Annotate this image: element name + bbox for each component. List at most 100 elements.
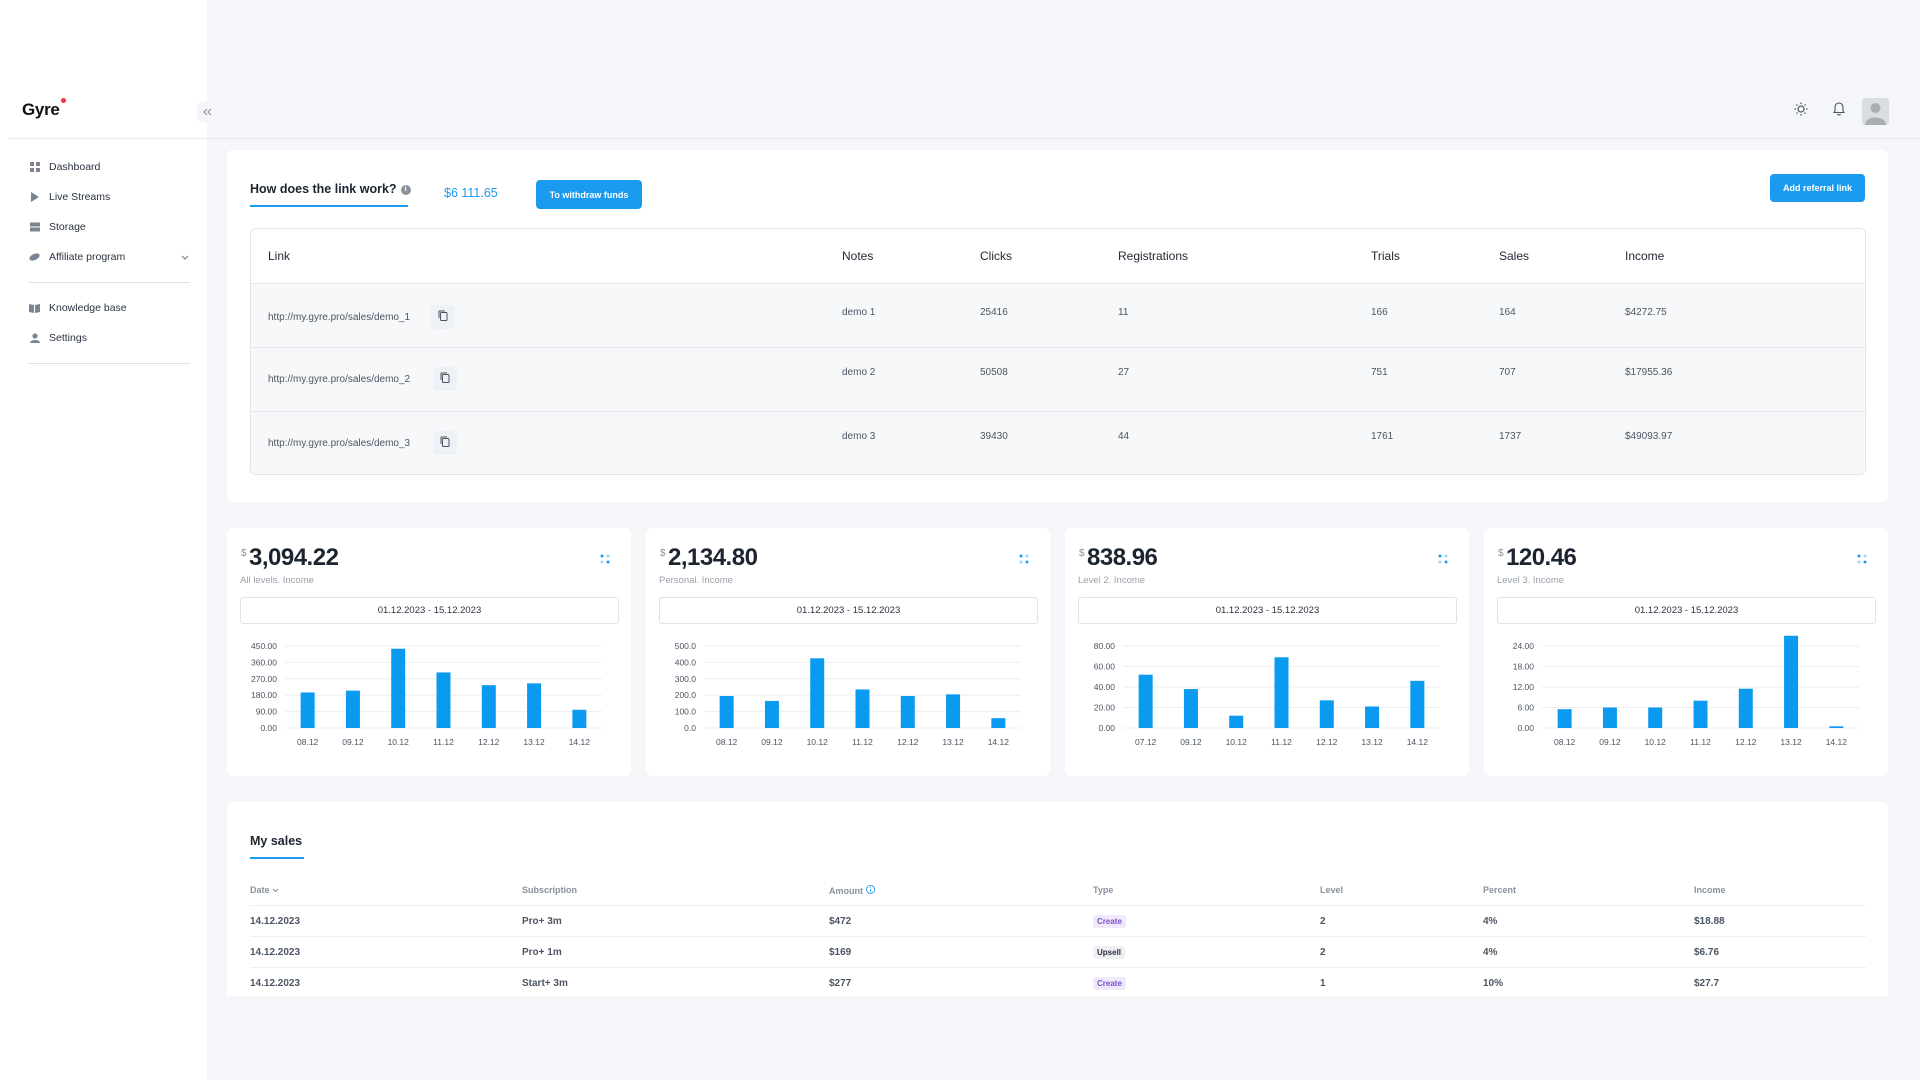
bar[interactable] xyxy=(1183,689,1198,728)
dots-menu-icon[interactable] xyxy=(1856,552,1868,564)
bar[interactable] xyxy=(345,690,360,728)
referral-link-url[interactable]: http://my.gyre.pro/sales/demo_3 xyxy=(268,438,410,449)
income-cell: $17955.36 xyxy=(1625,367,1673,378)
bar[interactable] xyxy=(1229,715,1244,728)
bar[interactable] xyxy=(391,648,406,728)
y-tick-label: 6.00 xyxy=(1517,703,1534,713)
level-cell: 1 xyxy=(1320,978,1326,989)
x-tick-label: 11.12 xyxy=(1690,737,1711,747)
sidebar-item-knowledge-base[interactable]: Knowledge base xyxy=(0,293,207,323)
bar[interactable] xyxy=(991,718,1006,728)
copy-link-button[interactable] xyxy=(433,431,457,455)
y-tick-label: 0.00 xyxy=(1517,723,1534,733)
referral-links-card: How does the link work? i $6 111.65 To wi… xyxy=(227,150,1888,502)
info-icon[interactable] xyxy=(865,885,875,894)
copy-link-button[interactable] xyxy=(433,367,457,391)
sidebar-item-label: Settings xyxy=(49,332,87,344)
x-tick-label: 10.12 xyxy=(1226,737,1248,747)
bar[interactable] xyxy=(527,683,542,728)
column-header-percent: Percent xyxy=(1483,885,1517,895)
date-cell: 14.12.2023 xyxy=(250,916,301,927)
column-header-income: Income xyxy=(1625,249,1665,263)
bar[interactable] xyxy=(1319,700,1334,728)
column-header-date[interactable]: Date xyxy=(250,885,279,895)
dots-menu-icon[interactable] xyxy=(599,552,611,564)
date-range-picker[interactable]: 01.12.2023 - 15.12.2023 xyxy=(1078,597,1457,624)
column-header-sales: Sales xyxy=(1499,249,1530,263)
nav-divider xyxy=(28,363,190,364)
dots-menu-icon[interactable] xyxy=(1018,552,1030,564)
bar[interactable] xyxy=(900,696,915,728)
tab-label: How does the link work? xyxy=(250,182,397,196)
avatar[interactable] xyxy=(1862,98,1889,125)
y-tick-label: 200.0 xyxy=(675,690,697,700)
date-range-picker[interactable]: 01.12.2023 - 15.12.2023 xyxy=(240,597,619,624)
x-tick-label: 14.12 xyxy=(569,737,591,747)
clicks-cell: 50508 xyxy=(980,367,1008,378)
sidebar-item-live-streams[interactable]: Live Streams xyxy=(0,182,207,212)
chevron-down-icon[interactable] xyxy=(181,252,189,264)
nav-divider xyxy=(28,282,190,283)
amount-cell: $169 xyxy=(829,947,852,958)
add-referral-link-button[interactable]: Add referral link xyxy=(1770,174,1865,202)
bar[interactable] xyxy=(1274,657,1289,728)
x-tick-label: 12.12 xyxy=(478,737,500,747)
sidebar-item-storage[interactable]: Storage xyxy=(0,212,207,242)
sidebar-item-affiliate[interactable]: Affiliate program xyxy=(0,242,207,272)
tab-how-link-works[interactable]: How does the link work? i xyxy=(250,182,411,196)
tab-active-indicator xyxy=(250,205,408,207)
bar[interactable] xyxy=(1648,707,1663,729)
bar[interactable] xyxy=(1557,709,1572,728)
stat-value: 838.96 xyxy=(1087,544,1158,571)
bar[interactable] xyxy=(1138,674,1153,728)
bar[interactable] xyxy=(1829,726,1844,728)
bar[interactable] xyxy=(1602,707,1617,729)
currency-symbol: $ xyxy=(241,548,247,559)
bar[interactable] xyxy=(436,672,451,728)
x-tick-label: 08.12 xyxy=(297,737,319,747)
copy-link-button[interactable] xyxy=(431,305,455,329)
type-cell: Create xyxy=(1093,977,1126,990)
date-range-picker[interactable]: 01.12.2023 - 15.12.2023 xyxy=(659,597,1038,624)
referral-link-url[interactable]: http://my.gyre.pro/sales/demo_1 xyxy=(268,312,410,323)
amount-cell: $277 xyxy=(829,978,852,989)
bar[interactable] xyxy=(572,709,587,728)
withdraw-funds-button[interactable]: To withdraw funds xyxy=(536,180,642,209)
sales-cell: 1737 xyxy=(1499,431,1522,442)
bar[interactable] xyxy=(1410,680,1425,728)
referral-link-url[interactable]: http://my.gyre.pro/sales/demo_2 xyxy=(268,374,410,385)
notes-cell: demo 3 xyxy=(842,431,876,442)
notifications-button[interactable] xyxy=(1829,101,1849,121)
bar[interactable] xyxy=(1738,688,1753,728)
sidebar-item-dashboard[interactable]: Dashboard xyxy=(0,152,207,182)
x-tick-label: 08.12 xyxy=(716,737,738,747)
bar[interactable] xyxy=(300,692,315,728)
date-range-picker[interactable]: 01.12.2023 - 15.12.2023 xyxy=(1497,597,1876,624)
book-icon xyxy=(29,303,40,314)
dots-menu-icon[interactable] xyxy=(1437,552,1449,564)
registrations-cell: 27 xyxy=(1118,367,1130,378)
tab-my-sales[interactable]: My sales xyxy=(250,834,302,848)
app-logo[interactable]: Gyre xyxy=(22,98,66,120)
bar[interactable] xyxy=(1784,635,1799,728)
bar[interactable] xyxy=(946,694,961,728)
theme-toggle-button[interactable] xyxy=(1791,101,1811,121)
sidebar-item-settings[interactable]: Settings xyxy=(0,323,207,353)
bar[interactable] xyxy=(481,685,496,728)
stat-label: All levels. Income xyxy=(240,575,314,586)
collapse-sidebar-button[interactable] xyxy=(197,102,217,122)
y-tick-label: 60.00 xyxy=(1094,662,1116,672)
balance-amount: $6 111.65 xyxy=(444,186,498,200)
subscription-cell: Start+ 3m xyxy=(522,978,568,989)
bar[interactable] xyxy=(810,658,825,728)
bell-icon xyxy=(1832,101,1846,121)
referral-links-table: Link Notes Clicks Registrations Trials S… xyxy=(250,228,1866,475)
bar[interactable] xyxy=(719,696,734,728)
info-icon[interactable]: i xyxy=(400,184,411,195)
trials-cell: 1761 xyxy=(1371,431,1394,442)
bar[interactable] xyxy=(1693,700,1708,728)
bar[interactable] xyxy=(855,689,870,728)
bar[interactable] xyxy=(764,700,779,728)
type-cell: Upsell xyxy=(1093,946,1126,959)
bar[interactable] xyxy=(1365,706,1380,728)
